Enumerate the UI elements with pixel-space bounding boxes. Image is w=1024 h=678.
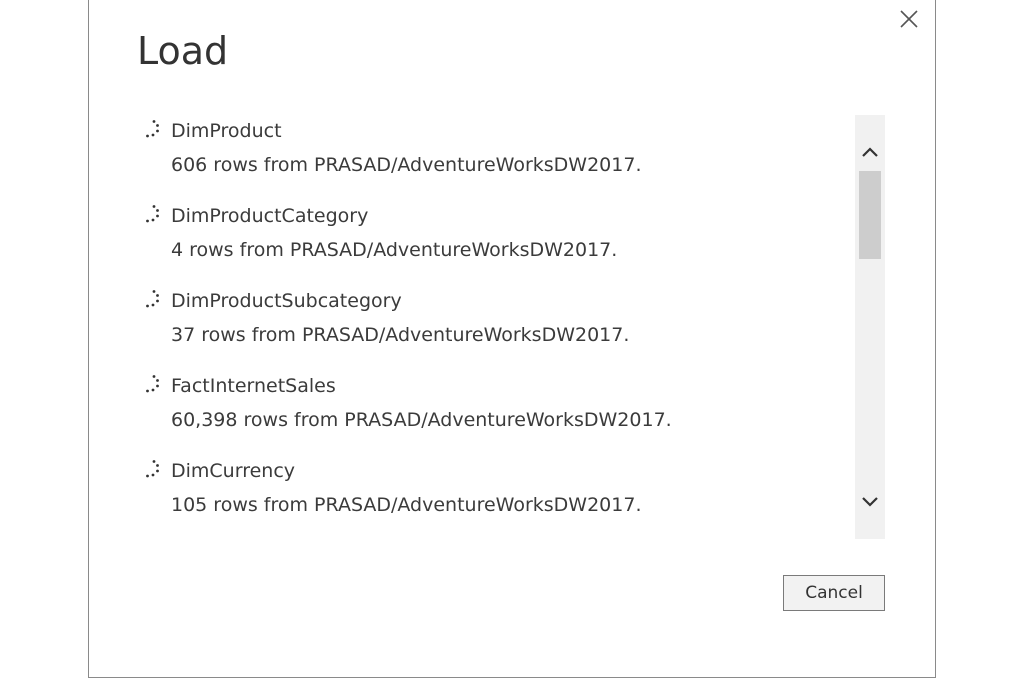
cancel-button[interactable]: Cancel [783, 575, 885, 611]
loading-spinner-icon [143, 374, 161, 396]
list-item: DimProductSubcategory 37 rows from PRASA… [141, 283, 841, 363]
list-item: DimCurrency 105 rows from PRASAD/Adventu… [141, 453, 841, 533]
list-item: FactInternetSales 60,398 rows from PRASA… [141, 368, 841, 448]
item-name: DimProductSubcategory [171, 290, 402, 312]
item-description: 606 rows from PRASAD/AdventureWorksDW201… [171, 154, 642, 176]
loading-spinner-icon [143, 119, 161, 141]
item-name: DimCurrency [171, 460, 296, 482]
scrollbar-thumb[interactable] [859, 171, 881, 259]
item-description: 37 rows from PRASAD/AdventureWorksDW2017… [171, 324, 630, 346]
list-item: DimProduct 606 rows from PRASAD/Adventur… [141, 113, 841, 193]
item-name: FactInternetSales [171, 375, 336, 397]
scroll-up-button[interactable] [855, 137, 885, 167]
loading-spinner-icon [143, 459, 161, 481]
item-description: 60,398 rows from PRASAD/AdventureWorksDW… [171, 409, 672, 431]
chevron-down-icon [862, 497, 878, 507]
list-scrollbar[interactable] [855, 115, 885, 539]
scroll-down-button[interactable] [855, 487, 885, 517]
item-description: 4 rows from PRASAD/AdventureWorksDW2017. [171, 239, 618, 261]
list-item: DimProductCategory 4 rows from PRASAD/Ad… [141, 198, 841, 278]
close-icon[interactable] [897, 7, 921, 31]
loading-spinner-icon [143, 289, 161, 311]
chevron-up-icon [862, 147, 878, 157]
item-name: DimProductCategory [171, 205, 369, 227]
load-dialog: Load DimProduct 606 rows from PRASAD/Adv… [88, 0, 936, 678]
item-description: 105 rows from PRASAD/AdventureWorksDW201… [171, 494, 642, 516]
item-name: DimProduct [171, 120, 282, 142]
loading-spinner-icon [143, 204, 161, 226]
dialog-title: Load [137, 29, 229, 73]
load-items-list: DimProduct 606 rows from PRASAD/Adventur… [141, 113, 841, 538]
